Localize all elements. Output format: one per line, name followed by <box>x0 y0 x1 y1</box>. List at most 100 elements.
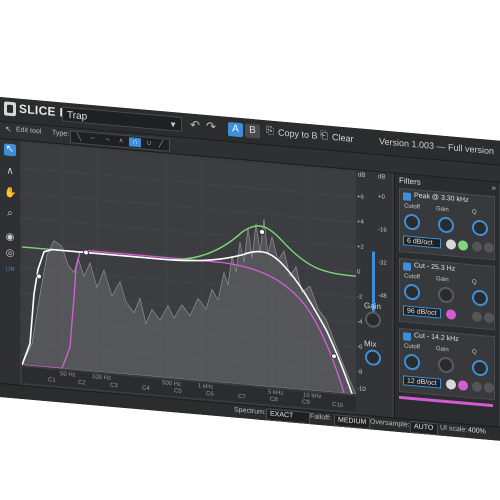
draw-tool-icon[interactable]: ∧ <box>4 165 16 178</box>
gain-knob[interactable] <box>438 356 454 374</box>
note-label: C4 <box>142 385 150 393</box>
note-label: C1 <box>48 377 56 384</box>
cutoff-knob[interactable] <box>404 283 420 301</box>
note-label: C6 <box>206 391 214 398</box>
solo-toggle-icon[interactable] <box>472 311 482 323</box>
filter-enable-checkbox[interactable] <box>403 332 411 341</box>
db-header: dB <box>358 172 366 179</box>
ab-b-button[interactable]: B <box>245 123 260 139</box>
note-label: C5 <box>174 388 182 395</box>
oversample-select[interactable]: AUTO <box>410 420 438 436</box>
slope-select[interactable]: 6 dB/oct <box>403 235 441 249</box>
edit-tool-label: Edit tool <box>16 126 42 136</box>
cut-low-node <box>36 273 42 280</box>
meter-tick: +0 <box>378 194 385 201</box>
freq-label: 1 kHz <box>198 383 214 391</box>
mid-side-icon[interactable]: ◎ <box>4 247 16 260</box>
q-knob[interactable] <box>472 289 488 307</box>
clear-icon: ⎗ <box>320 129 328 142</box>
gain-knob[interactable] <box>438 216 454 234</box>
version-text: Version 1.003 — Full version <box>378 136 494 157</box>
slope-select[interactable]: 12 dB/oct <box>403 375 441 389</box>
falloff-label: Falloff: <box>310 413 331 422</box>
cutoff-label: Cutoff <box>404 273 420 281</box>
left-tool-column: ↖ ∧ ✋ ⌕ ◉ ◎ L/R <box>0 139 20 391</box>
bandpass-type-icon[interactable]: ∧ <box>115 136 127 146</box>
cut-high-node <box>331 353 337 360</box>
ui-scale-value[interactable]: 400% <box>468 427 486 436</box>
q-knob[interactable] <box>472 359 488 377</box>
mix-knob[interactable] <box>365 348 381 367</box>
gain-knob[interactable] <box>438 286 454 304</box>
falloff-select[interactable]: MEDIUM <box>334 414 370 430</box>
peak-node <box>258 228 265 235</box>
ui-scale-label: UI scale: <box>440 424 468 434</box>
collapse-panel-icon[interactable]: » <box>492 183 496 192</box>
stereo-link-icon[interactable] <box>446 239 456 250</box>
eq-graph-svg <box>21 146 357 395</box>
db-tick: +4 <box>357 219 364 226</box>
cut-notch-node <box>83 249 89 256</box>
bypass-toggle-icon[interactable] <box>484 242 494 254</box>
notch-type-icon[interactable]: ∪ <box>143 139 155 149</box>
pointer-tool-icon[interactable]: ↖ <box>4 143 16 157</box>
bypass-toggle-icon[interactable] <box>484 312 494 324</box>
logo-icon <box>4 101 16 117</box>
hand-tool-icon[interactable]: ✋ <box>4 187 16 200</box>
filter-title: Peak @ 3.30 kHz <box>414 192 469 204</box>
slope-select[interactable]: 96 dB/oct <box>403 305 441 319</box>
color-swatch-icon <box>458 380 468 391</box>
preset-value: Trap <box>67 109 88 123</box>
mix-label: Mix <box>364 338 377 349</box>
cutoff-knob[interactable] <box>404 213 420 231</box>
copy-icon: ⎘ <box>266 125 274 137</box>
meter-db-header: dB <box>378 174 386 181</box>
ab-a-button[interactable]: A <box>228 121 243 138</box>
eq-graph[interactable] <box>21 142 357 395</box>
lr-label[interactable]: L/R <box>4 263 16 276</box>
stereo-mode-icon[interactable]: ◉ <box>4 231 16 244</box>
color-swatch-icon <box>446 309 456 320</box>
solo-toggle-icon[interactable] <box>472 381 482 393</box>
note-label: C9 <box>302 399 310 407</box>
db-tick: -2 <box>357 294 363 301</box>
filter-card-high-cut[interactable]: Cut - 14.2 kHz Cutoff Gain Q 12 dB/oct <box>399 327 495 401</box>
filters-header: Filters <box>399 175 421 187</box>
app-root: SLICE EQ Trap ▼ ↶ ↷ A B ⎘ Copy to B ⎗ Cl… <box>0 0 500 500</box>
zoom-tool-icon[interactable]: ⌕ <box>4 207 16 220</box>
gain-knob-label: Gain <box>436 276 449 284</box>
filter-card-peak[interactable]: Peak @ 3.30 kHz Cutoff Gain Q 6 dB/oct <box>399 187 495 261</box>
output-gain-knob[interactable] <box>365 310 381 329</box>
gain-knob-label: Gain <box>436 346 449 354</box>
peak-filter-curve <box>22 225 357 277</box>
spectrum-label: Spectrum: <box>234 406 266 417</box>
oversample-label: Oversample: <box>370 418 410 429</box>
solo-toggle-icon[interactable] <box>472 241 482 253</box>
lowcut-type-icon[interactable]: ╲ <box>73 132 85 142</box>
spectrum-select[interactable]: EXACT <box>266 408 310 425</box>
bypass-toggle-icon[interactable] <box>484 382 494 394</box>
db-tick: -10 <box>357 386 366 393</box>
clear-button[interactable]: Clear <box>332 132 354 144</box>
redo-icon[interactable]: ↷ <box>206 119 216 134</box>
filter-card-low-cut[interactable]: Cut - 25.3 Hz Cutoff Gain Q 96 dB/oct <box>399 257 495 331</box>
meter-tick: -32 <box>378 260 387 267</box>
db-tick: +6 <box>357 194 364 201</box>
peak-type-icon[interactable]: ∩ <box>129 137 141 148</box>
chevron-down-icon: ▼ <box>169 119 177 130</box>
gain-label: Gain <box>364 300 381 312</box>
undo-icon[interactable]: ↶ <box>190 118 200 133</box>
stereo-link-icon[interactable] <box>446 379 456 390</box>
cutoff-knob[interactable] <box>404 353 420 371</box>
lowshelf-type-icon[interactable]: ⌐ <box>87 134 99 144</box>
highcut-type-icon[interactable]: ╱ <box>155 140 167 150</box>
q-knob[interactable] <box>472 219 488 237</box>
type-label: Type: <box>52 129 70 139</box>
filter-enable-checkbox[interactable] <box>403 262 411 271</box>
q-label: Q <box>472 349 477 356</box>
copy-to-b-button[interactable]: Copy to B <box>278 127 318 140</box>
filter-enable-checkbox[interactable] <box>403 192 411 201</box>
cutoff-label: Cutoff <box>404 343 420 351</box>
highshelf-type-icon[interactable]: ¬ <box>101 135 113 145</box>
note-label: C8 <box>270 396 278 404</box>
